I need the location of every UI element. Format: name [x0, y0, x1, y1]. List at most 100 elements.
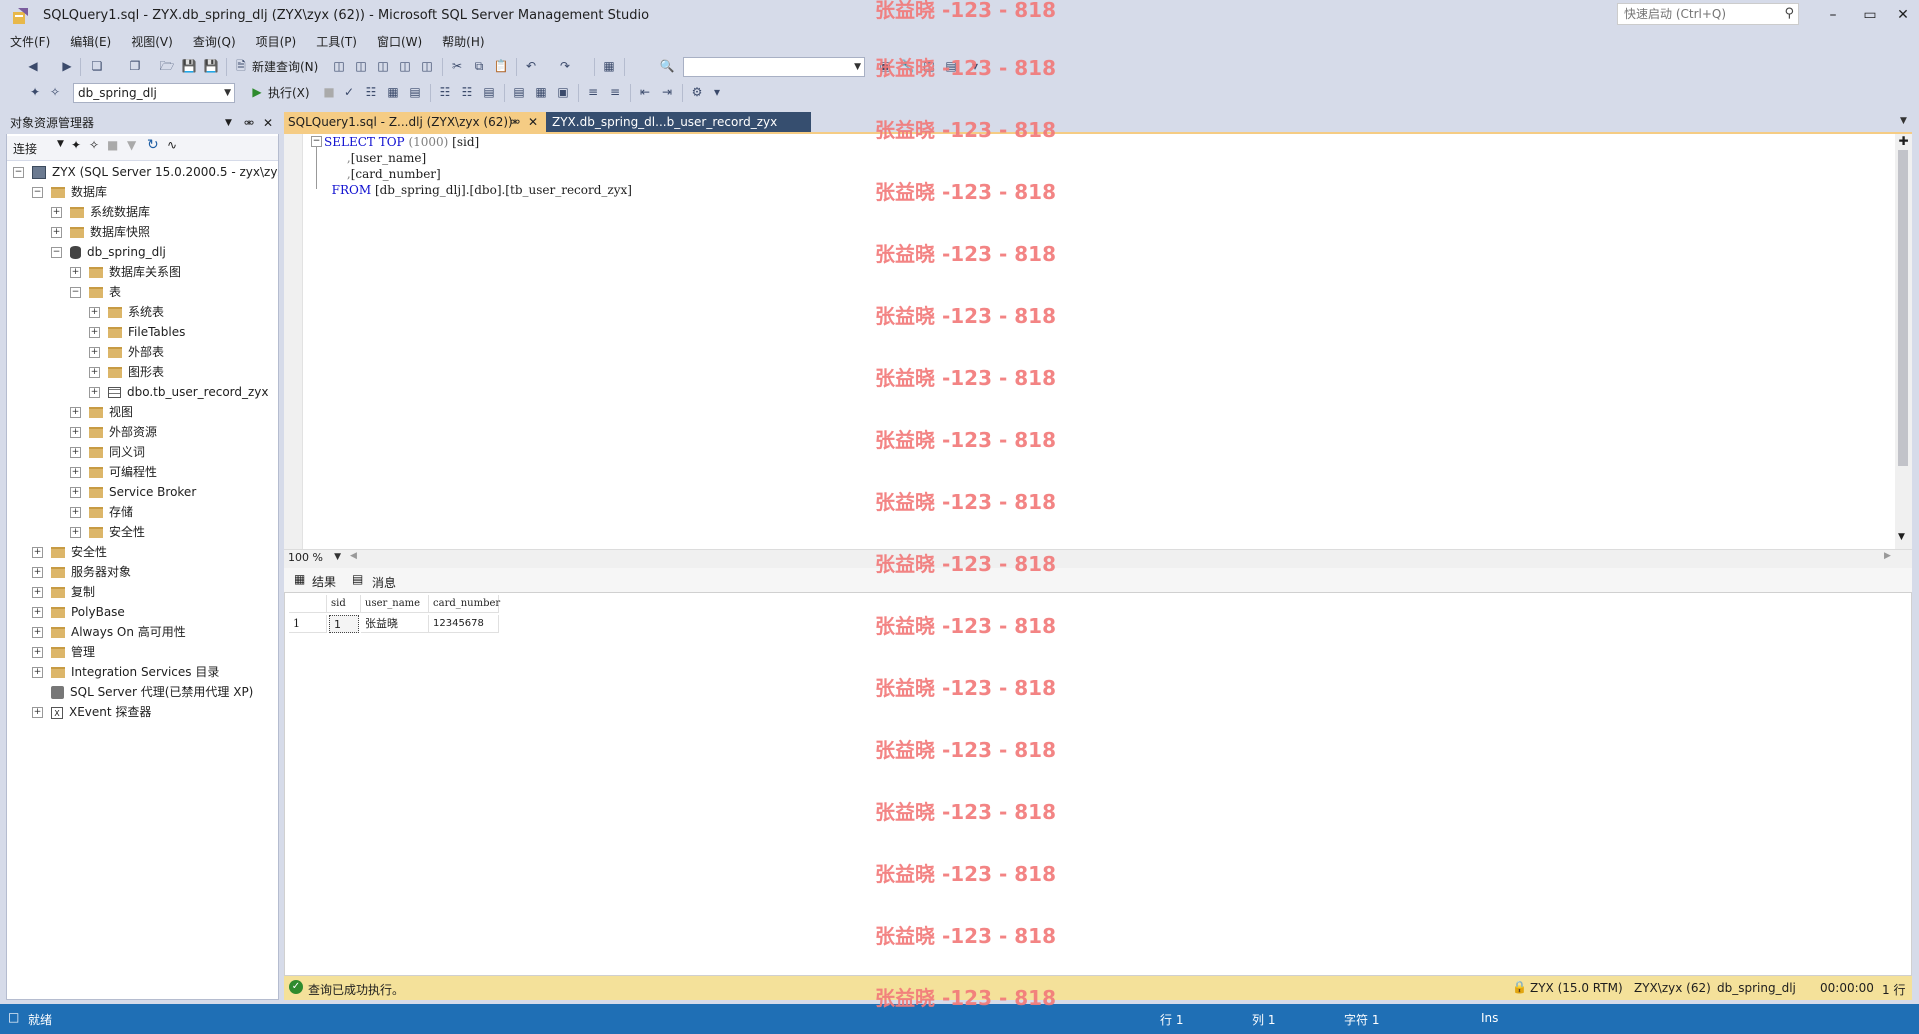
expand-icon[interactable]: +	[32, 707, 43, 718]
tree-node[interactable]: − ZYX (SQL Server 15.0.2000.5 - zyx\zyx)	[13, 162, 278, 182]
tree-node[interactable]: − db_spring_dlj	[51, 242, 166, 262]
panel-menu-icon[interactable]: ▼	[225, 112, 232, 134]
expand-icon[interactable]: +	[89, 327, 100, 338]
tab-close-icon[interactable]: ✕	[528, 112, 538, 133]
menu-file[interactable]: 文件(F)	[0, 32, 60, 52]
expand-icon[interactable]: +	[70, 527, 81, 538]
tree-node[interactable]: − 数据库	[32, 182, 107, 202]
decrease-indent-icon[interactable]: ⇤	[636, 83, 654, 101]
connect-button[interactable]: 连接	[13, 140, 37, 157]
expand-icon[interactable]: +	[32, 547, 43, 558]
tree-node[interactable]: + 系统表	[89, 302, 164, 322]
uncomment-icon[interactable]: ≡	[606, 83, 624, 101]
activity-monitor-icon[interactable]: ▦	[600, 57, 618, 75]
change-connection-icon[interactable]: ✧	[46, 83, 64, 101]
find-in-files-icon[interactable]: 🔍	[658, 57, 676, 75]
estimated-plan-icon[interactable]: ☷	[362, 83, 380, 101]
column-header-user-name[interactable]: user_name	[361, 595, 429, 613]
tree-node[interactable]: + Integration Services 目录	[32, 662, 219, 682]
parse-icon[interactable]: ✓	[340, 83, 358, 101]
expand-icon[interactable]: +	[32, 647, 43, 658]
stop-icon[interactable]: ■	[320, 83, 338, 101]
db-engine-query-icon[interactable]: ◫	[330, 57, 348, 75]
scroll-left-icon[interactable]: ◀	[350, 551, 357, 561]
expand-icon[interactable]: +	[70, 507, 81, 518]
tree-node[interactable]: + 外部资源	[70, 422, 157, 442]
quick-launch-input[interactable]	[1622, 4, 1776, 24]
live-stats-icon[interactable]: ☷	[458, 83, 476, 101]
menu-project[interactable]: 项目(P)	[246, 32, 307, 52]
new-query-button[interactable]: 新建查询(N)	[252, 58, 318, 76]
specify-values-icon[interactable]: ⚙	[688, 83, 706, 101]
add-item-icon[interactable]: ❐	[126, 57, 144, 75]
das-query-icon[interactable]: ◫	[418, 57, 436, 75]
stop-icon[interactable]: ■	[107, 138, 118, 152]
expand-icon[interactable]: +	[89, 387, 100, 398]
zoom-selector[interactable]: 100 % ▼	[284, 550, 344, 567]
tree-node[interactable]: − 表	[70, 282, 121, 302]
redo-icon[interactable]: ↷	[556, 57, 574, 75]
quick-launch-box[interactable]: ⚲	[1617, 3, 1799, 25]
forward-icon[interactable]: ▶	[58, 57, 76, 75]
tree-node[interactable]: + 图形表	[89, 362, 164, 382]
minimize-button[interactable]: –	[1818, 4, 1848, 26]
maximize-button[interactable]: ▭	[1855, 4, 1885, 26]
expand-icon[interactable]: +	[70, 407, 81, 418]
tab-results[interactable]: 结果	[312, 573, 336, 590]
include-plan-icon[interactable]: ☷	[436, 83, 454, 101]
panel-close-icon[interactable]: ✕	[263, 112, 273, 134]
cut-icon[interactable]: ✂	[448, 57, 466, 75]
tab-table-view[interactable]: ZYX.db_spring_dl...b_user_record_zyx	[546, 112, 811, 133]
expand-icon[interactable]: +	[32, 607, 43, 618]
execute-icon[interactable]: ▶	[248, 83, 266, 101]
back-icon[interactable]: ◀	[24, 57, 42, 75]
expand-icon[interactable]: +	[70, 447, 81, 458]
cell-sid[interactable]: 1	[329, 615, 359, 633]
expand-icon[interactable]: +	[70, 427, 81, 438]
tree-node[interactable]: + 数据库关系图	[70, 262, 181, 282]
connect-icon[interactable]: ✦	[71, 138, 81, 152]
tree-node[interactable]: + 服务器对象	[32, 562, 131, 582]
filter-icon[interactable]: ▼	[127, 138, 136, 152]
tree-node[interactable]: + 存储	[70, 502, 133, 522]
expand-icon[interactable]: +	[70, 487, 81, 498]
expand-icon[interactable]: +	[51, 207, 62, 218]
column-header-card-number[interactable]: card_number	[429, 595, 500, 613]
disconnect-icon[interactable]: ✧	[89, 138, 99, 152]
query-designer-icon[interactable]: ▦	[384, 83, 402, 101]
find-combo[interactable]: ▼	[683, 57, 865, 77]
expand-icon[interactable]: +	[32, 567, 43, 578]
tree-node[interactable]: SQL Server 代理(已禁用代理 XP)	[32, 682, 253, 702]
copy-icon[interactable]: ⧉	[470, 57, 488, 75]
increase-indent-icon[interactable]: ⇥	[658, 83, 676, 101]
tree-node[interactable]: + 数据库快照	[51, 222, 150, 242]
close-button[interactable]: ✕	[1888, 4, 1918, 26]
toolbar2-options-icon[interactable]: ▾	[708, 83, 726, 101]
row-number[interactable]: 1	[289, 615, 327, 633]
execute-button[interactable]: 执行(X)	[268, 84, 310, 102]
new-query-icon[interactable]: 🗎	[232, 57, 250, 75]
expand-icon[interactable]: +	[32, 627, 43, 638]
pin-icon[interactable]: ⚮	[244, 112, 254, 134]
expand-icon[interactable]: +	[70, 467, 81, 478]
grid-corner[interactable]	[289, 595, 327, 613]
mdx-query-icon[interactable]: ◫	[352, 57, 370, 75]
collapse-icon[interactable]: −	[13, 167, 24, 178]
expand-icon[interactable]: +	[32, 587, 43, 598]
scroll-thumb[interactable]	[1898, 150, 1908, 466]
menu-query[interactable]: 查询(Q)	[183, 32, 246, 52]
refresh-icon[interactable]: ↻	[147, 137, 159, 153]
search-icon[interactable]: ⚲	[1784, 6, 1794, 21]
tree-node[interactable]: + Service Broker	[70, 482, 196, 502]
tree-node[interactable]: + 复制	[32, 582, 95, 602]
cell-user-name[interactable]: 张益晓	[361, 615, 429, 633]
paste-icon[interactable]: 📋	[492, 57, 510, 75]
save-icon[interactable]: 💾	[180, 57, 198, 75]
expand-icon[interactable]: +	[32, 667, 43, 678]
connect-icon[interactable]: ✦	[26, 83, 44, 101]
comment-icon[interactable]: ≡	[584, 83, 602, 101]
tree-node[interactable]: + 安全性	[32, 542, 107, 562]
tree-node[interactable]: + Always On 高可用性	[32, 622, 186, 642]
scroll-right-icon[interactable]: ▶	[1884, 551, 1891, 561]
collapse-icon[interactable]: −	[311, 136, 322, 147]
